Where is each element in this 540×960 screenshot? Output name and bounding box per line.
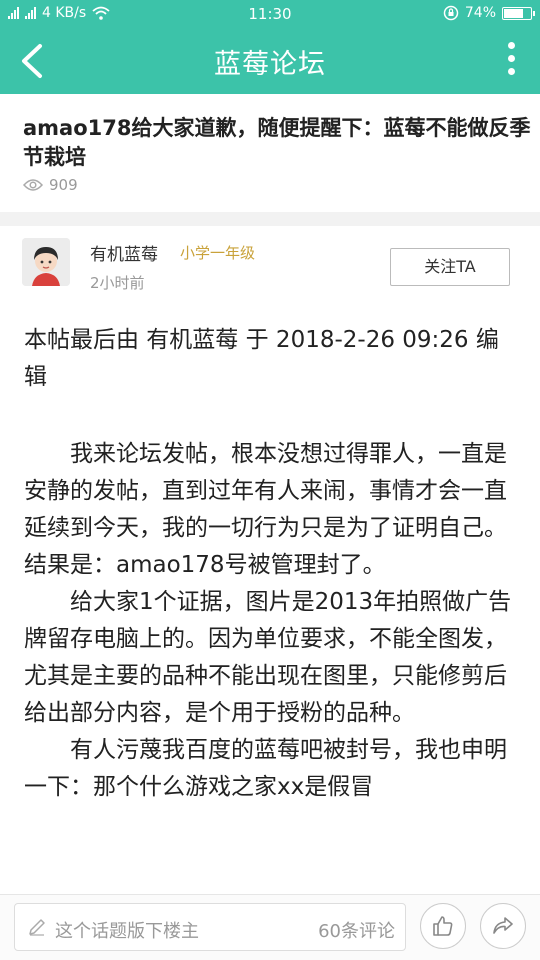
comment-count[interactable]: 60条评论 bbox=[318, 917, 395, 943]
status-right: 74% bbox=[443, 5, 535, 21]
like-button[interactable] bbox=[420, 903, 466, 949]
avatar-image bbox=[22, 238, 70, 286]
comment-placeholder: 这个话题版下楼主 bbox=[55, 921, 199, 942]
bottom-bar: 这个话题版下楼主 60条评论 bbox=[0, 894, 540, 960]
post-paragraph: 有人污蔑我百度的蓝莓吧被封号，我也申明一下：那个什么游戏之家xx是假冒 bbox=[24, 737, 507, 800]
edit-note: 本帖最后由 有机蓝莓 于 2018-2-26 09:26 编辑 bbox=[24, 327, 499, 390]
share-button[interactable] bbox=[480, 903, 526, 949]
app-bar: 蓝莓论坛 bbox=[0, 28, 540, 94]
avatar[interactable] bbox=[22, 238, 70, 286]
follow-button[interactable]: 关注TA bbox=[390, 248, 510, 286]
post-timestamp: 2小时前 bbox=[90, 274, 145, 292]
rotation-lock-icon bbox=[443, 5, 459, 21]
status-bar: 4 KB/s 11:30 74% bbox=[0, 0, 540, 28]
view-count-value: 909 bbox=[49, 176, 78, 194]
post-content: 本帖最后由 有机蓝莓 于 2018-2-26 09:26 编辑 我来论坛发帖，根… bbox=[0, 306, 540, 894]
more-menu-button[interactable] bbox=[496, 38, 526, 84]
post-header: amao178给大家道歉，随便提醒下：蓝莓不能做反季节栽培 909 bbox=[0, 94, 540, 212]
more-vertical-icon bbox=[496, 42, 526, 75]
share-icon bbox=[493, 917, 513, 934]
author-name[interactable]: 有机蓝莓 bbox=[90, 240, 158, 265]
battery-fill bbox=[504, 8, 523, 18]
author-level-badge: 小学一年级 bbox=[180, 244, 256, 262]
comment-input[interactable]: 这个话题版下楼主 60条评论 bbox=[14, 903, 406, 951]
post-title: amao178给大家道歉，随便提醒下：蓝莓不能做反季节栽培 bbox=[23, 116, 531, 169]
battery-percent: 74% bbox=[464, 5, 496, 21]
thumbs-up-icon bbox=[433, 916, 453, 936]
section-divider bbox=[0, 212, 540, 226]
page-title: 蓝莓论坛 bbox=[214, 49, 326, 80]
eye-icon bbox=[23, 179, 43, 191]
pencil-icon bbox=[29, 919, 45, 936]
battery-icon bbox=[502, 6, 535, 20]
author-row: 有机蓝莓 小学一年级 2小时前 关注TA bbox=[0, 226, 540, 306]
post-paragraph: 我来论坛发帖，根本没想过得罪人，一直是安静的发帖，直到过年有人来闹，事情才会一直… bbox=[24, 441, 507, 578]
post-paragraph: 给大家1个证据，图片是2013年拍照做广告牌留存电脑上的。因为单位要求，不能全图… bbox=[24, 589, 512, 726]
view-count: 909 bbox=[23, 176, 78, 194]
